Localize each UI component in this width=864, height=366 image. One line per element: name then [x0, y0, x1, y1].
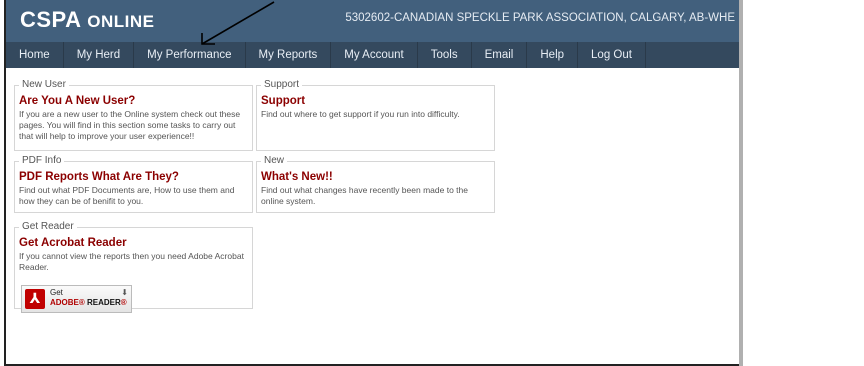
logo-main: CSPA	[20, 7, 88, 32]
panel-legend: New User	[19, 79, 69, 90]
annotation-arrow-icon	[201, 1, 275, 45]
association-name: 5302602-CANADIAN SPECKLE PARK ASSOCIATIO…	[345, 12, 735, 24]
window-scrollbar-edge	[739, 0, 743, 366]
site-logo[interactable]: CSPA ONLINE	[20, 7, 155, 33]
nav-my-herd[interactable]: My Herd	[64, 42, 135, 68]
panel-description: Find out what changes have recently been…	[261, 185, 468, 206]
site-header: CSPA ONLINE 5302602-CANADIAN SPECKLE PAR…	[6, 0, 741, 42]
button-get-label: Get	[50, 288, 63, 297]
panel-get-reader: Get Reader Get Acrobat Reader If you can…	[14, 221, 253, 313]
logo-online: ONLINE	[87, 12, 155, 31]
nav-email[interactable]: Email	[472, 42, 528, 68]
nav-my-account[interactable]: My Account	[331, 42, 418, 68]
whats-new-link[interactable]: What's New!!	[261, 171, 333, 183]
panel-new: New What's New!! Find out what changes h…	[256, 155, 495, 213]
panel-legend: Support	[261, 79, 303, 90]
browser-viewport: CSPA ONLINE 5302602-CANADIAN SPECKLE PAR…	[4, 0, 741, 366]
panel-support: Support Support Find out where to get su…	[256, 79, 495, 151]
get-adobe-reader-button[interactable]: ⅄ Get ADOBE® READER® ⬇	[21, 285, 132, 313]
download-arrow-icon: ⬇	[121, 288, 128, 297]
adobe-pdf-icon: ⅄	[25, 289, 45, 309]
panel-new-user: New User Are You A New User? If you are …	[14, 79, 253, 151]
panel-pdf-info: PDF Info PDF Reports What Are They? Find…	[14, 155, 253, 213]
panel-legend: New	[261, 155, 288, 166]
nav-help[interactable]: Help	[527, 42, 579, 68]
nav-filler	[645, 42, 741, 68]
pdf-info-link[interactable]: PDF Reports What Are They?	[19, 171, 179, 183]
nav-tools[interactable]: Tools	[418, 42, 472, 68]
nav-home[interactable]: Home	[6, 42, 64, 68]
panel-description: If you are a new user to the Online syst…	[19, 109, 241, 141]
panel-description: Find out what PDF Documents are, How to …	[19, 185, 235, 206]
new-user-link[interactable]: Are You A New User?	[19, 95, 135, 107]
panel-description: Find out where to get support if you run…	[261, 109, 460, 119]
panel-legend: Get Reader	[19, 221, 77, 232]
support-link[interactable]: Support	[261, 95, 305, 107]
nav-log-out[interactable]: Log Out	[578, 42, 646, 68]
get-acrobat-link[interactable]: Get Acrobat Reader	[19, 237, 127, 249]
panel-legend: PDF Info	[19, 155, 65, 166]
main-nav: Home My Herd My Performance My Reports M…	[6, 42, 741, 68]
panel-description: If you cannot view the reports then you …	[19, 251, 244, 272]
button-adobe-label: ADOBE® READER®	[50, 298, 127, 307]
